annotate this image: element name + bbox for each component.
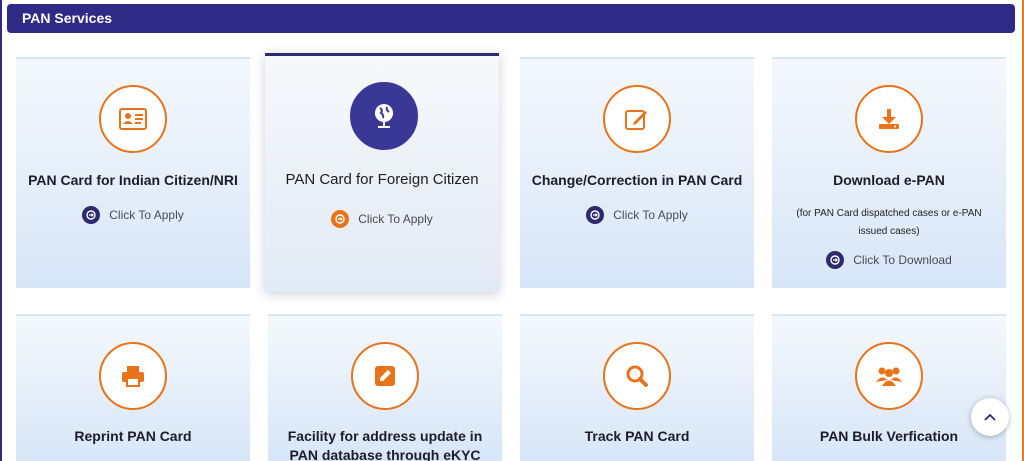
card-pan-bulk-verification[interactable]: PAN Bulk Verfication	[772, 314, 1006, 461]
id-card-icon	[99, 85, 167, 153]
click-to-apply-label: Click To Apply	[109, 208, 184, 222]
search-icon	[603, 342, 671, 410]
printer-icon	[99, 342, 167, 410]
arrow-circle-icon	[82, 206, 101, 224]
card-pan-indian-citizen[interactable]: PAN Card for Indian Citizen/NRI Click To…	[16, 57, 250, 288]
click-to-apply-label: Click To Apply	[613, 208, 688, 222]
globe-icon	[350, 82, 418, 150]
arrow-circle-icon	[331, 210, 350, 228]
card-title-line: PAN database through eKYC	[289, 447, 481, 461]
arrow-circle-icon	[586, 206, 605, 224]
arrow-circle-icon	[826, 251, 845, 269]
card-change-correction[interactable]: Change/Correction in PAN Card Click To A…	[520, 57, 754, 288]
click-to-apply-link[interactable]: Click To Apply	[16, 206, 250, 224]
card-title: PAN Card for Indian Citizen/NRI	[28, 172, 238, 188]
scroll-to-top-button[interactable]	[971, 398, 1009, 436]
card-title: Download e-PAN	[833, 172, 945, 188]
card-note-line: (for PAN Card dispatched cases or e-PAN	[796, 208, 982, 219]
click-to-download-link[interactable]: Click To Download	[772, 251, 1006, 269]
card-title-line: Facility for address update in	[287, 428, 483, 444]
left-frame-border	[0, 0, 2, 461]
section-header: PAN Services	[7, 4, 1015, 33]
pencil-square-icon	[351, 342, 419, 410]
card-title: PAN Bulk Verfication	[819, 428, 959, 444]
click-to-apply-link[interactable]: Click To Apply	[520, 206, 754, 224]
card-title: PAN Card for Foreign Citizen	[285, 171, 479, 188]
click-to-download-label: Click To Download	[853, 253, 952, 267]
card-note: (for PAN Card dispatched cases or e-PAN …	[790, 205, 988, 241]
card-title: Track PAN Card	[584, 428, 690, 444]
card-note-line: issued cases)	[858, 226, 920, 237]
card-address-update-ekyc[interactable]: Facility for address update in PAN datab…	[268, 314, 502, 461]
card-download-epan[interactable]: Download e-PAN (for PAN Card dispatched …	[772, 57, 1006, 288]
card-pan-foreign-citizen[interactable]: PAN Card for Foreign Citizen Click To Ap…	[265, 53, 499, 292]
card-reprint-pan[interactable]: Reprint PAN Card	[16, 314, 250, 461]
users-group-icon	[855, 342, 923, 410]
chevron-up-icon	[984, 408, 996, 426]
card-title: Change/Correction in PAN Card	[531, 172, 743, 188]
click-to-apply-link[interactable]: Click To Apply	[265, 210, 499, 228]
card-track-pan[interactable]: Track PAN Card	[520, 314, 754, 461]
card-title: Reprint PAN Card	[74, 428, 192, 444]
download-icon	[855, 85, 923, 153]
edit-icon	[603, 85, 671, 153]
click-to-apply-label: Click To Apply	[358, 212, 433, 226]
